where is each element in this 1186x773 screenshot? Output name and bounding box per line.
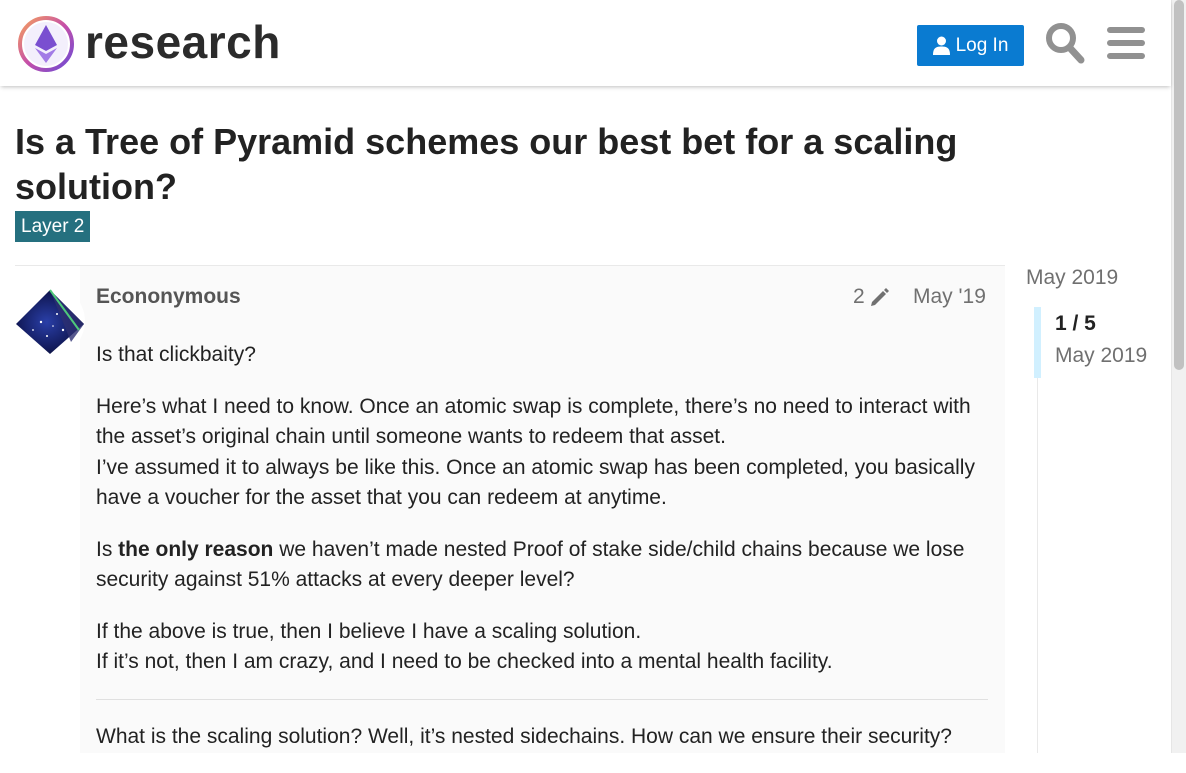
timeline-progress: 1 / 5 [1055, 312, 1096, 335]
edit-history-button[interactable]: 2 [853, 285, 891, 309]
category-badge[interactable]: Layer 2 [15, 211, 91, 242]
logo-text[interactable]: research [85, 14, 281, 70]
page-scrollbar[interactable] [1171, 0, 1186, 753]
edit-count: 2 [853, 285, 865, 308]
post-line: If it’s not, then I am crazy, and I need… [96, 650, 833, 673]
login-button[interactable]: Log In [917, 25, 1024, 66]
post-paragraph: Is that clickbaity? [96, 343, 256, 366]
pencil-icon [870, 288, 889, 306]
hamburger-menu-icon[interactable] [1107, 26, 1145, 60]
search-icon[interactable] [1045, 22, 1085, 64]
timeline-handle-date: May 2019 [1055, 344, 1148, 367]
post-paragraph: If the above is true, then I believe I h… [96, 617, 996, 678]
bold-text: the only reason [118, 537, 274, 561]
post-username[interactable]: Econonymous [96, 285, 241, 309]
post-body: Is that clickbaity? Here’s what I need t… [96, 340, 996, 773]
post-divider [96, 698, 988, 700]
logo-icon[interactable] [17, 15, 75, 73]
login-label: Log In [955, 34, 1009, 56]
user-icon [932, 36, 950, 55]
post-line: Here’s what I need to know. Once an atom… [96, 394, 971, 449]
post-date[interactable]: May '19 [913, 285, 986, 309]
post-text: Is [96, 537, 119, 561]
post-line: If the above is true, then I believe I h… [96, 619, 642, 643]
post-paragraph: Here’s what I need to know. Once an atom… [96, 392, 996, 514]
avatar[interactable] [15, 286, 85, 356]
timeline-handle[interactable] [1034, 307, 1041, 378]
post-paragraph: Is the only reason we haven’t made neste… [96, 535, 996, 596]
post-line: I’ve assumed it to always be like this. … [96, 455, 975, 510]
post-paragraph: What is the scaling solution? Well, it’s… [96, 724, 952, 748]
site-header: research Log In [0, 0, 1171, 86]
timeline-start-date[interactable]: May 2019 [1026, 266, 1118, 290]
topic-title[interactable]: Is a Tree of Pyramid schemes our best be… [15, 119, 1025, 209]
scrollbar-thumb[interactable] [1174, 0, 1184, 370]
avatar-image [15, 286, 85, 356]
